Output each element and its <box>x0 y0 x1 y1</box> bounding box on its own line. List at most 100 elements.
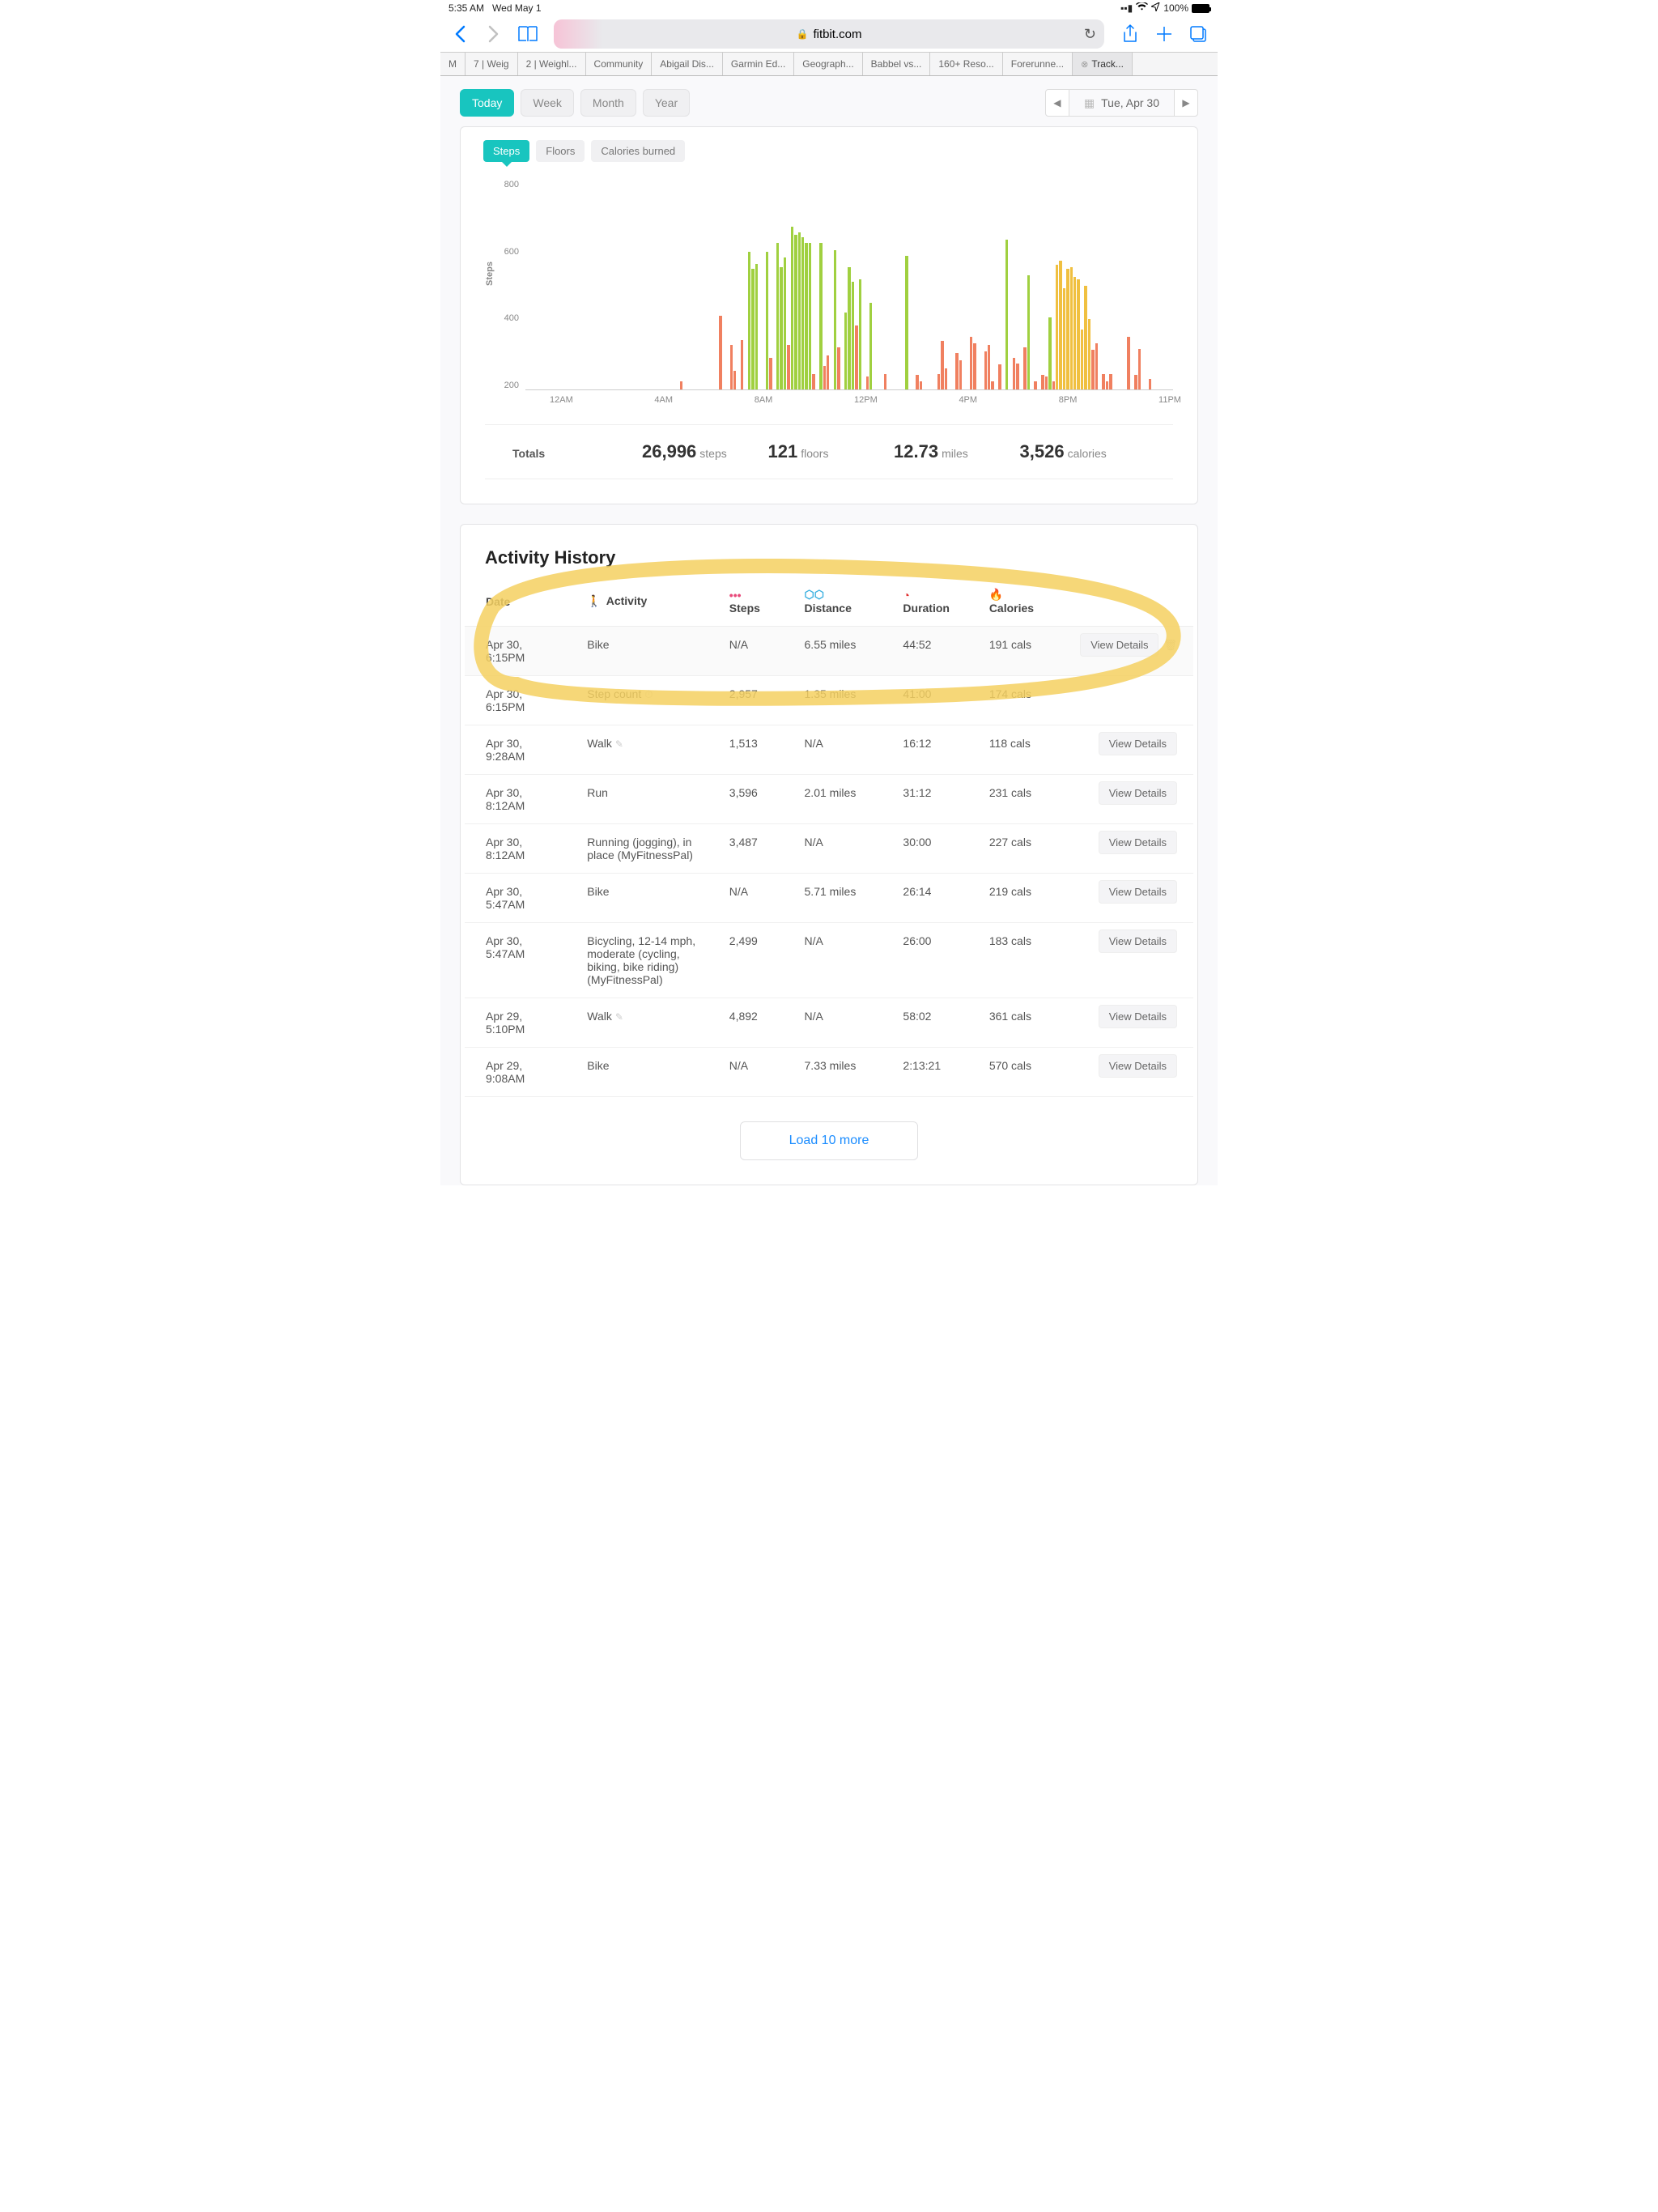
chart-bar <box>1091 350 1094 389</box>
cell-activity-wrap: Walk✎ <box>566 998 708 1048</box>
cell-activity: Step count <box>587 687 641 700</box>
cell-duration: 16:12 <box>882 725 967 775</box>
chart-bar <box>1102 374 1104 389</box>
cell-activity-wrap: Step count⏱ <box>566 676 708 725</box>
browser-tab[interactable]: 7 | Weig <box>466 53 518 75</box>
total-calories: 3,526calories <box>1020 441 1146 462</box>
browser-tab[interactable]: Garmin Ed... <box>723 53 794 75</box>
forward-button[interactable] <box>479 19 508 49</box>
distance-icon: ⬡⬡ <box>805 588 824 601</box>
header-steps[interactable]: ••• Steps <box>708 576 784 627</box>
table-row: Apr 30, 9:28AMWalk✎1,513N/A16:12118 cals… <box>465 725 1193 775</box>
steps-bar-chart: Steps 800600400200 12AM4AM8AM12PM4PM8PM1… <box>525 180 1173 406</box>
chart-bar <box>837 347 840 389</box>
view-details-button[interactable]: View Details <box>1099 831 1177 854</box>
cell-actions: View Details <box>1059 725 1193 775</box>
chart-x-ticks: 12AM4AM8AM12PM4PM8PM11PM <box>525 395 1173 405</box>
browser-tab-strip: M 7 | Weig 2 | Weighl...CommunityAbigail D… <box>440 52 1218 76</box>
chart-bar <box>1077 279 1079 389</box>
browser-tab[interactable]: Community <box>586 53 653 75</box>
cell-distance: 5.71 miles <box>784 874 882 923</box>
chart-bar <box>805 243 807 389</box>
chart-bar <box>1041 375 1044 389</box>
header-duration[interactable]: ◔ Duration <box>882 576 967 627</box>
browser-tab[interactable]: Forerunne... <box>1003 53 1073 75</box>
bookmarks-button[interactable] <box>513 19 542 49</box>
chart-bar <box>769 358 772 389</box>
browser-tab[interactable]: 160+ Reso... <box>930 53 1002 75</box>
header-calories[interactable]: 🔥 Calories <box>968 576 1059 627</box>
browser-tab[interactable]: 2 | Weighl... <box>518 53 586 75</box>
battery-pct: 100% <box>1163 2 1188 14</box>
date-display[interactable]: ▦ Tue, Apr 30 <box>1069 89 1174 117</box>
range-tab-year[interactable]: Year <box>643 89 690 117</box>
cell-duration: 58:02 <box>882 998 967 1048</box>
chart-bar <box>780 267 782 389</box>
chart-bar <box>848 267 850 389</box>
cellular-icon: ▪▪▮ <box>1120 2 1133 14</box>
cell-steps: N/A <box>708 627 784 676</box>
view-details-button[interactable]: View Details <box>1099 781 1177 805</box>
range-tab-week[interactable]: Week <box>521 89 574 117</box>
duration-icon: ◔ <box>903 589 909 602</box>
tab-label: 7 | Weig <box>474 58 509 70</box>
y-tick: 200 <box>495 381 519 390</box>
pencil-icon[interactable]: ✎ <box>615 1011 623 1023</box>
reload-button[interactable]: ↻ <box>1084 26 1096 43</box>
cell-date: Apr 30, 8:12AM <box>465 775 566 824</box>
activity-history-card: Activity History Date 🚶Activity ••• Step… <box>460 524 1198 1185</box>
chart-bar <box>809 243 811 389</box>
table-row: Apr 30, 5:47AMBicycling, 12-14 mph, mode… <box>465 923 1193 998</box>
browser-tab[interactable]: Abigail Dis... <box>652 53 723 75</box>
cell-date: Apr 30, 9:28AM <box>465 725 566 775</box>
cell-activity: Bike <box>587 1059 609 1072</box>
view-details-button[interactable]: View Details <box>1099 1005 1177 1028</box>
back-button[interactable] <box>445 19 474 49</box>
cell-duration: 26:14 <box>882 874 967 923</box>
tab-close-icon[interactable]: ⊗ <box>1081 59 1088 70</box>
pencil-icon[interactable]: ✎ <box>615 738 623 750</box>
view-details-button[interactable]: View Details <box>1099 732 1177 755</box>
load-more-button[interactable]: Load 10 more <box>740 1121 919 1160</box>
browser-tab[interactable]: M <box>440 53 466 75</box>
chart-bar <box>869 303 872 389</box>
metric-tab-steps[interactable]: Steps <box>483 140 529 162</box>
header-date[interactable]: Date <box>465 576 566 627</box>
cell-actions: View Details <box>1059 998 1193 1048</box>
chart-bar <box>827 355 829 389</box>
url-bar[interactable]: 🔒 fitbit.com ↻ <box>554 19 1104 49</box>
browser-tab[interactable]: ⊗Track... <box>1073 53 1133 75</box>
total-floors: 121floors <box>768 441 895 462</box>
metric-tab-calories-burned[interactable]: Calories burned <box>591 140 685 162</box>
metric-tab-floors[interactable]: Floors <box>536 140 585 162</box>
header-activity[interactable]: 🚶Activity <box>566 576 708 627</box>
browser-tab[interactable]: Geograph... <box>794 53 862 75</box>
view-details-button[interactable]: View Details <box>1099 880 1177 904</box>
cell-activity-wrap: Bike <box>566 874 708 923</box>
view-details-button[interactable]: View Details <box>1099 929 1177 953</box>
share-button[interactable] <box>1116 19 1145 49</box>
cell-distance: N/A <box>784 824 882 874</box>
cell-duration: 30:00 <box>882 824 967 874</box>
chart-bar <box>719 316 721 389</box>
range-tab-today[interactable]: Today <box>460 89 514 117</box>
date-next-button[interactable]: ▶ <box>1174 89 1198 117</box>
new-tab-button[interactable] <box>1150 19 1179 49</box>
browser-tab[interactable]: Babbel vs... <box>863 53 931 75</box>
activity-history-table: Date 🚶Activity ••• Steps ⬡⬡ Distance ◔ D… <box>465 576 1193 1097</box>
metric-tabs: Steps Floors Calories burned <box>461 127 1197 170</box>
header-distance[interactable]: ⬡⬡ Distance <box>784 576 882 627</box>
view-details-button[interactable]: View Details <box>1099 1054 1177 1078</box>
date-prev-button[interactable]: ◀ <box>1045 89 1069 117</box>
tabs-button[interactable] <box>1184 19 1213 49</box>
chart-bar <box>973 343 976 389</box>
tab-label: Track... <box>1091 58 1124 70</box>
tab-label: M <box>449 58 457 70</box>
chart-bar <box>812 374 814 389</box>
chart-bar <box>1063 288 1065 389</box>
range-tab-month[interactable]: Month <box>580 89 636 117</box>
trash-icon[interactable]: 🗑 <box>1163 639 1177 651</box>
chart-bar <box>1095 343 1098 389</box>
view-details-button[interactable]: View Details <box>1080 633 1158 657</box>
cell-activity-wrap: Bike <box>566 1048 708 1097</box>
